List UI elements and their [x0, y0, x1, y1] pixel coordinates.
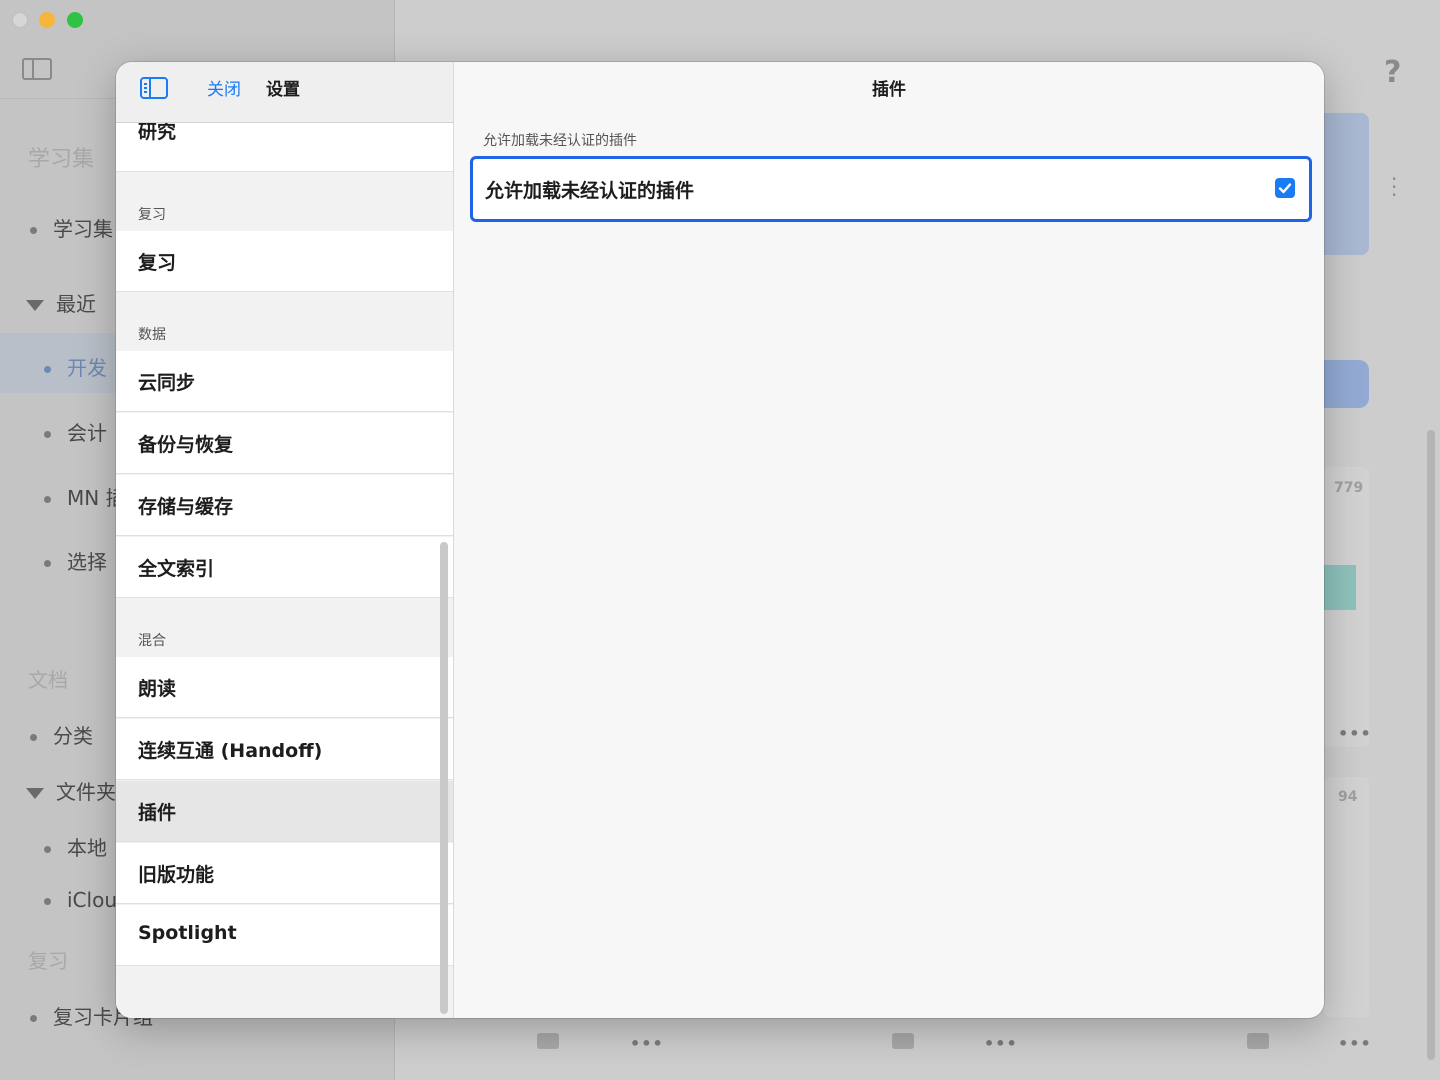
settings-item-review[interactable]: 复习	[116, 231, 453, 292]
settings-sidebar-header: 关闭 设置	[116, 62, 453, 123]
folder-icon	[1247, 1033, 1269, 1049]
sidebar-item-dev[interactable]: 开发	[44, 352, 107, 381]
settings-list: 研究 复习 复习 数据 云同步 备份与恢复 存储与缓存 全文索引 混合 朗读 连…	[116, 123, 453, 1018]
detail-title: 插件	[872, 80, 906, 100]
settings-item-storage-cache[interactable]: 存储与缓存	[116, 475, 453, 536]
background-card	[1324, 113, 1369, 255]
sidebar-item-select[interactable]: 选择	[44, 546, 107, 575]
close-button[interactable]: 关闭	[207, 75, 241, 100]
window-maximize-icon[interactable]	[67, 12, 83, 28]
section-header-data: 数据	[138, 327, 166, 343]
detail-section-header: 允许加载未经认证的插件	[483, 133, 637, 149]
section-review: 复习	[28, 949, 68, 973]
allow-unverified-plugins-row[interactable]: 允许加载未经认证的插件	[470, 156, 1312, 222]
settings-item-cloud-sync[interactable]: 云同步	[116, 351, 453, 412]
bullet-icon	[30, 734, 37, 741]
section-study-sets: 学习集	[28, 147, 95, 172]
background-thumbnail	[1324, 565, 1356, 610]
settings-sidebar: 关闭 设置 研究 复习 复习 数据 云同步 备份与恢复 存储与缓存 全文索引 混…	[116, 62, 454, 1018]
settings-item-legacy[interactable]: 旧版功能	[116, 843, 453, 904]
window-minimize-icon[interactable]	[39, 12, 55, 28]
allow-unverified-plugins-label: 允许加载未经认证的插件	[485, 180, 695, 202]
bullet-icon	[44, 560, 51, 567]
section-documents: 文档	[28, 668, 68, 692]
background-scrollbar[interactable]	[1427, 430, 1435, 1060]
doc-count: 779	[1334, 480, 1364, 496]
bullet-icon	[44, 431, 51, 438]
more-icon[interactable]: •••	[1338, 724, 1372, 743]
bullet-icon	[44, 496, 51, 503]
settings-item-spotlight[interactable]: Spotlight	[116, 905, 453, 966]
folder-icon	[537, 1033, 559, 1049]
background-button	[1324, 360, 1369, 408]
help-icon[interactable]: ?	[1384, 55, 1401, 90]
section-header-misc: 混合	[138, 633, 166, 649]
more-icon[interactable]: •••	[1338, 1034, 1372, 1053]
sidebar-toggle-icon[interactable]	[22, 58, 52, 80]
sidebar-item-study-set[interactable]: 学习集	[30, 213, 113, 242]
settings-item-backup-restore[interactable]: 备份与恢复	[116, 413, 453, 474]
allow-unverified-plugins-checkbox[interactable]	[1275, 178, 1295, 198]
disclosure-triangle-icon	[26, 300, 44, 311]
sidebar-item-category[interactable]: 分类	[30, 720, 93, 749]
section-header-review: 复习	[138, 207, 166, 223]
window-close-icon[interactable]	[12, 12, 28, 28]
settings-item-plugins[interactable]: 插件	[116, 781, 453, 842]
settings-item-read-aloud[interactable]: 朗读	[116, 657, 453, 718]
sidebar-item-icloud[interactable]: iClou	[44, 888, 117, 912]
doc-count: 94	[1338, 789, 1358, 805]
bullet-icon	[44, 846, 51, 853]
more-icon[interactable]: •••	[984, 1034, 1018, 1053]
disclosure-triangle-icon	[26, 788, 44, 799]
settings-list-scrollbar[interactable]	[440, 542, 448, 1014]
bullet-icon	[44, 366, 51, 373]
sidebar-item-accounting[interactable]: 会计	[44, 417, 107, 446]
sidebar-item-folders[interactable]: 文件夹	[26, 776, 116, 805]
settings-title: 设置	[266, 80, 300, 100]
sidebar-item-recent[interactable]: 最近	[26, 288, 96, 317]
more-vertical-icon[interactable]: · · ·	[1391, 169, 1397, 205]
sidebar-toggle-icon[interactable]	[140, 77, 168, 99]
bullet-icon	[30, 1015, 37, 1022]
bullet-icon	[44, 898, 51, 905]
settings-item-research[interactable]: 研究	[116, 123, 453, 172]
bullet-icon	[30, 227, 37, 234]
settings-detail: 插件 允许加载未经认证的插件 允许加载未经认证的插件	[454, 62, 1324, 1018]
sidebar-item-mn[interactable]: MN 插	[44, 482, 126, 511]
settings-item-handoff[interactable]: 连续互通 (Handoff)	[116, 719, 453, 780]
sidebar-item-local[interactable]: 本地	[44, 832, 107, 861]
more-icon[interactable]: •••	[630, 1034, 664, 1053]
settings-item-fulltext-index[interactable]: 全文索引	[116, 537, 453, 598]
checkmark-icon	[1278, 183, 1292, 194]
settings-modal: 关闭 设置 研究 复习 复习 数据 云同步 备份与恢复 存储与缓存 全文索引 混…	[116, 62, 1324, 1018]
folder-icon	[892, 1033, 914, 1049]
background-doc-card	[1324, 777, 1369, 1017]
